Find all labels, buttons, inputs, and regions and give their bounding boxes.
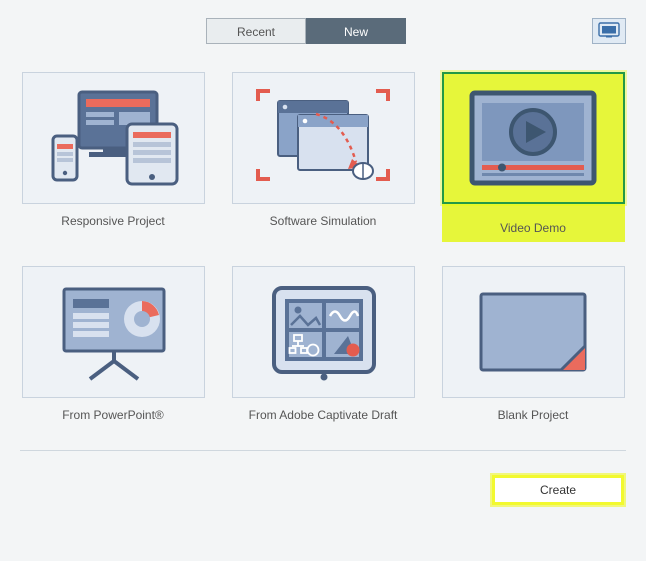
layout-icon	[598, 22, 620, 41]
captivate-draft-icon	[232, 266, 415, 398]
tile-software-simulation[interactable]: Software Simulation	[230, 72, 416, 242]
project-type-grid: Responsive Project	[0, 58, 646, 422]
mode-tabs: Recent New	[206, 18, 406, 44]
create-button[interactable]: Create	[494, 477, 622, 503]
tile-video-demo[interactable]: Video Demo	[440, 72, 626, 242]
tile-from-powerpoint[interactable]: From PowerPoint®	[20, 266, 206, 422]
tile-responsive-project[interactable]: Responsive Project	[20, 72, 206, 242]
responsive-project-icon	[22, 72, 205, 204]
layout-toggle-button[interactable]	[592, 18, 626, 44]
bottom-bar: Create	[0, 451, 646, 503]
powerpoint-icon	[22, 266, 205, 398]
tile-from-captivate-draft[interactable]: From Adobe Captivate Draft	[230, 266, 416, 422]
tab-new[interactable]: New	[306, 18, 406, 44]
top-toolbar: Recent New	[0, 0, 646, 58]
blank-project-icon	[442, 266, 625, 398]
software-simulation-icon	[232, 72, 415, 204]
tile-label: Video Demo	[442, 221, 625, 235]
tile-label: From Adobe Captivate Draft	[249, 408, 398, 422]
tile-label: Software Simulation	[270, 214, 377, 228]
tile-label: Responsive Project	[61, 214, 164, 228]
tile-blank-project[interactable]: Blank Project	[440, 266, 626, 422]
tile-label: Blank Project	[498, 408, 569, 422]
video-demo-icon	[442, 72, 625, 204]
tab-recent[interactable]: Recent	[206, 18, 306, 44]
tile-label: From PowerPoint®	[62, 408, 164, 422]
